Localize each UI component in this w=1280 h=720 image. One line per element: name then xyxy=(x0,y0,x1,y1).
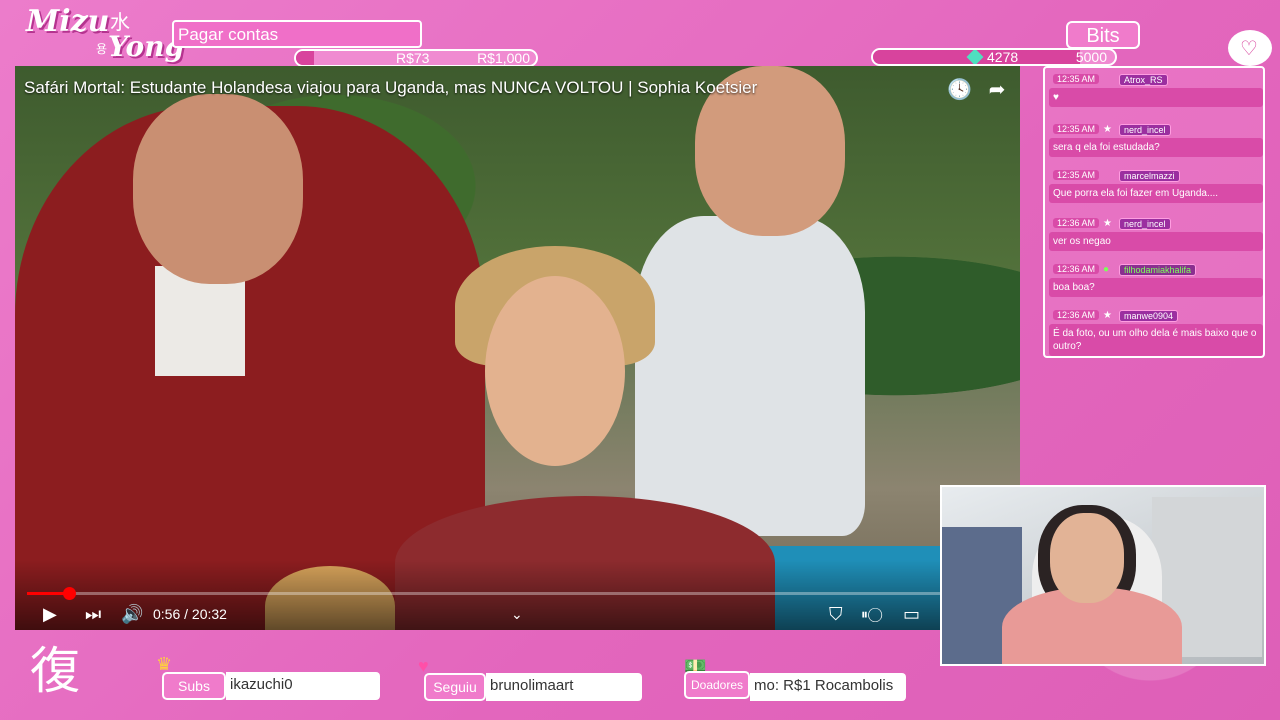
chat-text: sera q ela foi estudada? xyxy=(1049,138,1263,157)
chat-time: 12:36 AM xyxy=(1053,218,1100,228)
video-progress-bar[interactable] xyxy=(27,587,947,600)
bits-progress-bar: 4278 5000 xyxy=(871,48,1117,66)
chat-badge-icon: ★ xyxy=(1103,310,1112,321)
chat-time: 12:35 AM xyxy=(1053,124,1100,134)
chat-username[interactable]: nerd_incel xyxy=(1119,124,1171,136)
chat-badge-icon: ★ xyxy=(1103,124,1112,135)
last-sub-value: ikazuchi0 xyxy=(226,672,380,700)
next-icon[interactable]: ⏭ xyxy=(85,602,101,626)
chat-message: 12:36 AM ★ nerd_incel ver os negao xyxy=(1049,216,1263,251)
goal-target: R$1,000 xyxy=(477,50,530,66)
chat-time: 12:35 AM xyxy=(1053,74,1100,84)
chat-time: 12:36 AM xyxy=(1053,264,1100,274)
volume-icon[interactable]: 🔊 xyxy=(121,602,143,626)
heart-chat-icon: ♡ xyxy=(1228,30,1272,66)
play-icon[interactable]: ▶ xyxy=(43,602,57,626)
chat-text: boa boa? xyxy=(1049,278,1263,297)
goal-title: Pagar contas xyxy=(172,20,422,48)
goal-progress-bar: R$73 R$1,000 xyxy=(294,49,538,67)
video-progress-handle[interactable] xyxy=(62,587,76,600)
shield-icon[interactable]: ⛉ xyxy=(829,602,843,626)
chat-badge-icon: ★ xyxy=(1103,218,1112,229)
donors-label: Doadores xyxy=(684,671,750,699)
logo-text-mizu: Mizu xyxy=(26,4,110,39)
chat-username[interactable]: nerd_incel xyxy=(1119,218,1171,230)
goal-current: R$73 xyxy=(396,50,430,66)
bits-label: Bits xyxy=(1066,21,1140,49)
video-frame-figure xyxy=(485,276,625,466)
chat-username[interactable]: Atrox_RS xyxy=(1119,74,1168,86)
chat-panel: 12:35 AM Atrox_RS ♥ 12:35 AM ★ nerd_incel s… xyxy=(1043,66,1265,358)
video-frame-figure xyxy=(133,94,303,284)
chat-text: ver os negao xyxy=(1049,232,1263,251)
chat-message: 12:35 AM Atrox_RS ♥ xyxy=(1049,72,1263,107)
chat-username[interactable]: filhodamiakhalifa xyxy=(1119,264,1197,276)
subtitles-icon[interactable]: ▭ xyxy=(903,602,920,626)
chevron-down-icon[interactable]: ⌄ xyxy=(511,602,523,626)
chat-text: ♥ xyxy=(1049,88,1263,107)
video-time: 0:56 / 20:32 xyxy=(153,606,227,622)
chat-message: 12:35 AM marcelmazzi Que porra ela foi fa… xyxy=(1049,168,1263,203)
donors-ticker: mo: R$1 Rocambolis xyxy=(750,673,906,701)
webcam-feed xyxy=(940,485,1266,666)
chat-message: 12:36 AM ★ manwe0904 É da foto, ou um olho… xyxy=(1049,308,1263,356)
chat-username[interactable]: manwe0904 xyxy=(1119,310,1179,322)
chat-username[interactable]: marcelmazzi xyxy=(1119,170,1180,182)
subs-label: Subs xyxy=(162,672,226,700)
video-frame-figure xyxy=(635,216,865,536)
video-player[interactable]: Safári Mortal: Estudante Holandesa viajo… xyxy=(15,66,1020,630)
webcam-streamer xyxy=(1050,513,1124,603)
watch-later-icon[interactable]: 🕓 xyxy=(947,78,972,102)
bits-target: 5000 xyxy=(1075,49,1107,65)
seal-logo: 復 xyxy=(30,642,80,700)
chat-time: 12:35 AM xyxy=(1053,170,1100,180)
chat-text: Que porra ela foi fazer em Uganda.... xyxy=(1049,184,1263,203)
streamer-logo: Mizu 水 용 Yong xyxy=(22,2,184,64)
chat-message: 12:36 AM ● filhodamiakhalifa boa boa? xyxy=(1049,262,1263,297)
follow-label: Seguiu xyxy=(424,673,486,701)
goal-progress-fill xyxy=(296,51,314,65)
last-follow-value: brunolimaart xyxy=(486,673,642,701)
autoplay-toggle[interactable]: ⏸◯ xyxy=(861,602,882,626)
chat-time: 12:36 AM xyxy=(1053,310,1100,320)
video-title[interactable]: Safári Mortal: Estudante Holandesa viajo… xyxy=(24,78,757,98)
share-icon[interactable]: ➦ xyxy=(985,78,1009,102)
chat-text: É da foto, ou um olho dela é mais baixo … xyxy=(1049,324,1263,356)
chat-badge-icon: ● xyxy=(1103,264,1110,275)
chat-message: 12:35 AM ★ nerd_incel sera q ela foi estud… xyxy=(1049,122,1263,157)
bits-current: 4278 xyxy=(987,49,1019,65)
logo-korean: 용 xyxy=(96,42,108,56)
